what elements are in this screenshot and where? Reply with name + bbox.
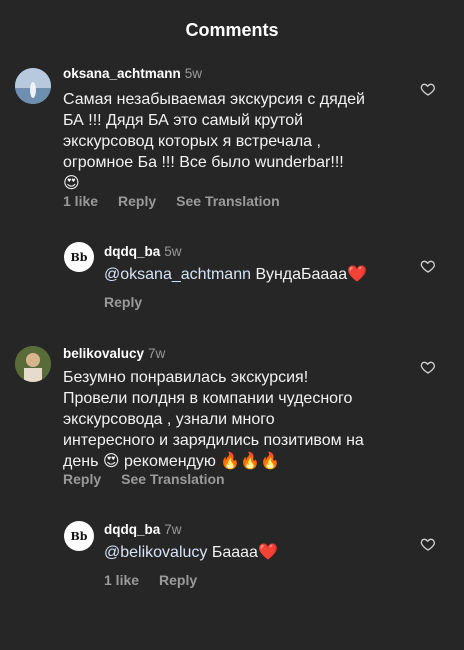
avatar[interactable] bbox=[15, 346, 51, 382]
comment-username[interactable]: belikovalucy bbox=[63, 346, 144, 361]
mention-link[interactable]: @belikovalucy bbox=[104, 544, 207, 561]
comment-text: Самая незабываемая экскурсия с дядей БА … bbox=[63, 91, 365, 192]
heart-outline-icon[interactable] bbox=[420, 258, 436, 274]
logo-icon: Bb bbox=[71, 530, 88, 543]
reply-text: Баааа❤️ bbox=[207, 544, 278, 561]
avatar[interactable]: Bb bbox=[64, 242, 94, 272]
likes-count[interactable]: 1 like bbox=[63, 193, 98, 209]
svg-text:Bb: Bb bbox=[71, 251, 88, 264]
reply-button[interactable]: Reply bbox=[104, 294, 142, 310]
avatar-photo-icon bbox=[15, 68, 51, 104]
reply-button[interactable]: Reply bbox=[63, 471, 101, 487]
avatar-photo-icon bbox=[15, 346, 51, 382]
avatar[interactable]: Bb bbox=[64, 521, 94, 551]
comment-text: @oksana_achtmann ВундаБаааа❤️ bbox=[104, 264, 424, 285]
see-translation-button[interactable]: See Translation bbox=[176, 193, 279, 209]
see-translation-button[interactable]: See Translation bbox=[121, 471, 224, 487]
reply-button[interactable]: Reply bbox=[159, 572, 197, 588]
logo-icon: Bb bbox=[71, 251, 88, 264]
mention-link[interactable]: @oksana_achtmann bbox=[104, 266, 251, 283]
likes-count[interactable]: 1 like bbox=[104, 572, 139, 588]
comment-text: Безумно понравилась экскурсия! Провели п… bbox=[63, 369, 364, 470]
svg-text:Bb: Bb bbox=[71, 530, 88, 543]
comment-time: 5w bbox=[164, 244, 182, 259]
comment-time: 7w bbox=[148, 346, 166, 361]
reply-text: ВундаБаааа❤️ bbox=[251, 266, 368, 283]
comment-time: 7w bbox=[164, 522, 182, 537]
reply-button[interactable]: Reply bbox=[118, 193, 156, 209]
comment-text: @belikovalucy Баааа❤️ bbox=[104, 542, 424, 563]
comment-username[interactable]: oksana_achtmann bbox=[63, 66, 181, 81]
comment-time: 5w bbox=[184, 66, 203, 81]
heart-outline-icon[interactable] bbox=[420, 359, 436, 375]
heart-outline-icon[interactable] bbox=[420, 536, 436, 552]
heart-outline-icon[interactable] bbox=[420, 81, 436, 97]
comment-username[interactable]: dqdq_ba bbox=[104, 522, 160, 537]
page-title: Comments bbox=[185, 20, 279, 40]
comment-username[interactable]: dqdq_ba bbox=[104, 244, 160, 259]
avatar[interactable] bbox=[15, 68, 51, 104]
